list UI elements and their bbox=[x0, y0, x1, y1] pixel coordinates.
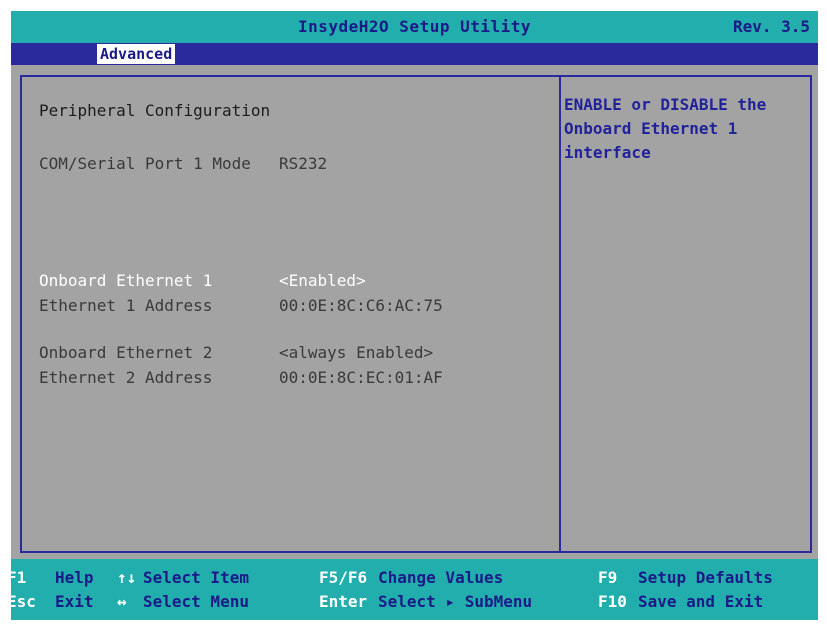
com-port-label: COM/Serial Port 1 Mode bbox=[39, 154, 251, 173]
onboard-ethernet-1-value[interactable]: <Enabled> bbox=[279, 271, 366, 291]
ethernet-2-address-label: Ethernet 2 Address bbox=[39, 368, 213, 387]
settings-pane: Peripheral Configuration COM/Serial Port… bbox=[20, 75, 561, 553]
app-title: InsydeH2O Setup Utility bbox=[297, 17, 532, 36]
ethernet-2-address-value: 00:0E:8C:EC:01:AF bbox=[279, 368, 443, 387]
key-esc-label: Exit bbox=[55, 592, 94, 611]
ethernet-1-address-label: Ethernet 1 Address bbox=[39, 296, 213, 315]
key-f5-f6-label: Change Values bbox=[378, 568, 504, 587]
key-f9-label: Setup Defaults bbox=[638, 568, 773, 587]
com-port-value: RS232 bbox=[279, 154, 328, 173]
key-enter-label: Select ▸ SubMenu bbox=[378, 592, 533, 611]
tab-advanced[interactable]: Advanced bbox=[97, 44, 176, 64]
panel-top-strip bbox=[11, 65, 818, 75]
revision-label: Rev. 3.5 bbox=[732, 17, 810, 36]
key-f5-f6: F5/F6 bbox=[319, 568, 368, 587]
help-line-3: interface bbox=[564, 143, 651, 162]
onboard-ethernet-2-value: <always Enabled> bbox=[279, 343, 434, 362]
title-bar: InsydeH2O Setup Utility Rev. 3.5 bbox=[11, 11, 818, 43]
key-f9: F9 bbox=[598, 568, 618, 587]
key-esc: Esc bbox=[11, 592, 36, 611]
key-f1-label: Help bbox=[55, 568, 94, 587]
help-line-1: ENABLE or DISABLE the bbox=[564, 95, 767, 114]
bios-screen: InsydeH2O Setup Utility Rev. 3.5 Advance… bbox=[11, 11, 818, 620]
key-leftright-label: Select Menu bbox=[143, 592, 249, 611]
key-updown-label: Select Item bbox=[143, 568, 249, 587]
onboard-ethernet-2-label: Onboard Ethernet 2 bbox=[39, 343, 213, 362]
key-f10-label: Save and Exit bbox=[638, 592, 764, 611]
onboard-ethernet-1-label[interactable]: Onboard Ethernet 1 bbox=[39, 271, 212, 291]
up-down-arrows-icon: ↑↓ bbox=[117, 568, 137, 587]
key-f10: F10 bbox=[598, 592, 627, 611]
help-line-2: Onboard Ethernet 1 bbox=[564, 119, 738, 138]
left-right-arrows-icon: ↔ bbox=[117, 592, 127, 611]
section-heading: Peripheral Configuration bbox=[39, 101, 271, 120]
ethernet-1-address-value: 00:0E:8C:C6:AC:75 bbox=[279, 296, 443, 315]
tab-bar: Advanced bbox=[11, 43, 818, 65]
key-enter: Enter bbox=[319, 592, 368, 611]
help-pane: ENABLE or DISABLE the Onboard Ethernet 1… bbox=[561, 75, 812, 553]
key-legend-footer: F1 Help ↑↓ Select Item F5/F6 Change Valu… bbox=[11, 559, 818, 620]
key-f1: F1 bbox=[11, 568, 27, 587]
main-panel: Peripheral Configuration COM/Serial Port… bbox=[11, 75, 818, 559]
